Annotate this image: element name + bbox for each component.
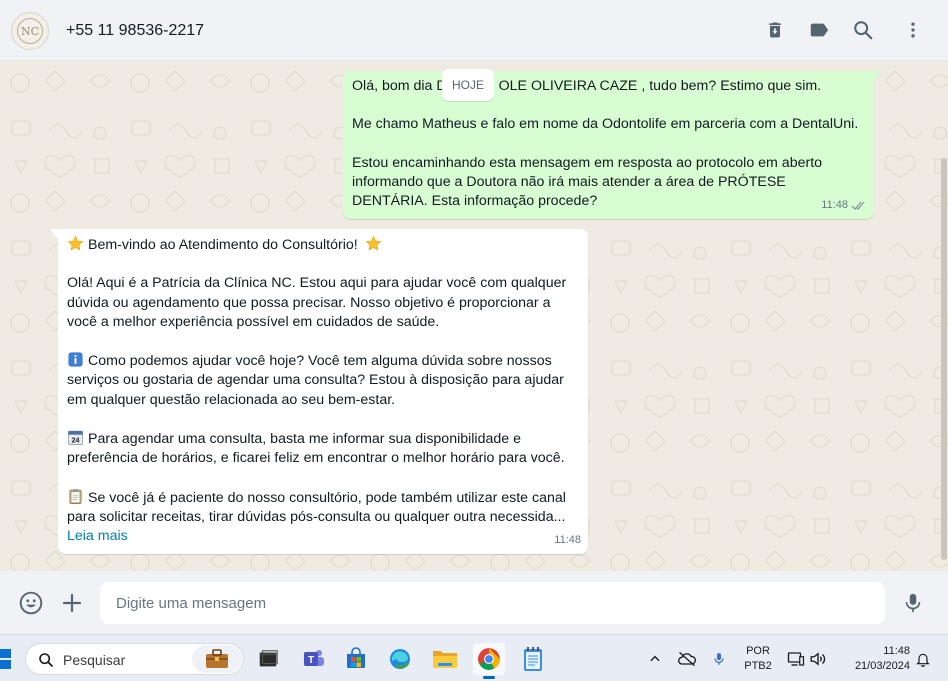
label-button[interactable] — [807, 18, 831, 42]
speaker-icon — [810, 652, 826, 666]
store-icon — [347, 647, 365, 668]
date-chip: HOJE — [442, 69, 494, 101]
svg-text:T: T — [308, 655, 314, 666]
taskbar-app-teams[interactable]: T — [298, 643, 330, 675]
message-list[interactable]: HOJE Olá, bom dia D OLE OLIVEIRA CAZE , t… — [0, 61, 948, 571]
plus-icon — [62, 593, 82, 613]
attach-button[interactable] — [59, 590, 85, 616]
taskbar-app-chrome[interactable] — [473, 643, 505, 679]
search-icon — [854, 21, 873, 40]
microphone-icon — [714, 653, 724, 665]
read-more-link[interactable]: Leia mais — [67, 527, 128, 546]
taskbar-search[interactable]: Pesquisar — [25, 643, 244, 675]
message-text: 24 Para agendar uma consulta, basta me in… — [67, 430, 565, 467]
clock-time: 11:48 — [883, 645, 910, 657]
tray-volume[interactable] — [808, 649, 828, 669]
start-button[interactable] — [0, 649, 12, 669]
edge-icon — [390, 649, 410, 669]
info-icon — [68, 352, 83, 367]
message-title: Bem-vindo ao Atendimento do Consultório! — [67, 235, 579, 255]
menu-button[interactable] — [901, 18, 925, 42]
chevron-up-icon — [650, 655, 660, 662]
language-code: POR — [746, 645, 770, 657]
microphone-icon — [905, 593, 921, 613]
clipboard-icon — [69, 488, 82, 504]
notepad-icon — [524, 647, 542, 671]
emoji-icon — [19, 591, 43, 615]
tray-overflow-button[interactable] — [645, 649, 665, 669]
teams-icon: T — [304, 650, 324, 666]
message-time: 11:48 — [821, 199, 848, 212]
incoming-message[interactable]: Bem-vindo ao Atendimento do Consultório!… — [50, 229, 588, 555]
contact-avatar[interactable]: NC — [11, 12, 49, 50]
scrollbar-thumb[interactable] — [941, 158, 947, 560]
notifications-button[interactable] — [913, 649, 933, 669]
tray-onedrive[interactable] — [677, 649, 697, 669]
svg-text:24: 24 — [72, 436, 80, 444]
cloud-offline-icon — [678, 651, 696, 667]
taskbar-app-terminal[interactable] — [252, 643, 284, 675]
message-text: Me chamo Matheus e falo em nome da Odont… — [352, 116, 859, 133]
message-input[interactable] — [100, 582, 885, 624]
active-app-indicator — [483, 676, 495, 679]
message-text: Estou encaminhando esta mensagem em resp… — [352, 154, 823, 210]
taskbar-app-store[interactable] — [340, 643, 372, 675]
contact-name[interactable]: +55 11 98536-2217 — [66, 22, 204, 40]
message-meta: 11:48 — [554, 531, 581, 550]
file-explorer-icon — [433, 651, 457, 668]
input-language-indicator[interactable]: POR PTB2 — [742, 644, 774, 674]
network-icon — [787, 652, 805, 666]
keyboard-layout: PTB2 — [744, 660, 772, 672]
windows-icon — [0, 649, 11, 669]
search-icon — [39, 653, 53, 667]
label-icon — [810, 23, 829, 37]
search-highlight — [192, 645, 242, 673]
taskbar-app-file-explorer[interactable] — [429, 643, 461, 675]
bell-icon — [916, 653, 930, 667]
calendar-icon: 24 — [68, 430, 83, 445]
delete-button[interactable] — [763, 18, 787, 42]
delete-icon — [769, 22, 781, 38]
message-time: 11:48 — [554, 533, 581, 546]
message-composer — [0, 571, 948, 634]
outgoing-message[interactable]: Olá, bom dia D OLE OLIVEIRA CAZE , tudo b… — [343, 71, 882, 220]
star-icon — [365, 235, 381, 251]
message-text: Como podemos ajudar você hoje? Você tem … — [67, 352, 564, 408]
menu-icon — [911, 22, 915, 38]
message-meta: 11:48 — [821, 196, 867, 215]
message-text: Se você já é paciente do nosso consultór… — [67, 488, 566, 525]
taskbar: Pesquisar T POR PTB2 11:48 21/03/2024 — [0, 634, 948, 681]
message-text: Olá! Aqui é a Patrícia da Clínica NC. Es… — [67, 275, 567, 330]
double-check-icon — [851, 201, 865, 211]
chrome-icon — [478, 648, 500, 670]
avatar-logo: NC — [17, 18, 43, 44]
terminal-icon — [259, 650, 278, 667]
search-label: Pesquisar — [63, 652, 126, 668]
taskbar-app-edge[interactable] — [384, 643, 416, 675]
voice-message-button[interactable] — [900, 590, 926, 616]
bubble-tail — [874, 71, 882, 81]
briefcase-icon — [206, 649, 228, 668]
tray-network[interactable] — [786, 649, 806, 669]
emoji-button[interactable] — [18, 590, 44, 616]
search-button[interactable] — [851, 18, 875, 42]
clock-date: 21/03/2024 — [854, 660, 910, 672]
chat-header: NC +55 11 98536-2217 — [0, 0, 948, 61]
message-text: Olá, bom dia D OLE OLIVEIRA CAZE , tudo b… — [352, 78, 822, 94]
bubble-tail — [50, 229, 58, 239]
scrollbar[interactable] — [940, 61, 948, 571]
star-icon — [67, 235, 84, 251]
tray-microphone[interactable] — [709, 649, 729, 669]
taskbar-app-notepad[interactable] — [517, 643, 549, 675]
system-clock[interactable]: 11:48 21/03/2024 — [840, 644, 910, 674]
